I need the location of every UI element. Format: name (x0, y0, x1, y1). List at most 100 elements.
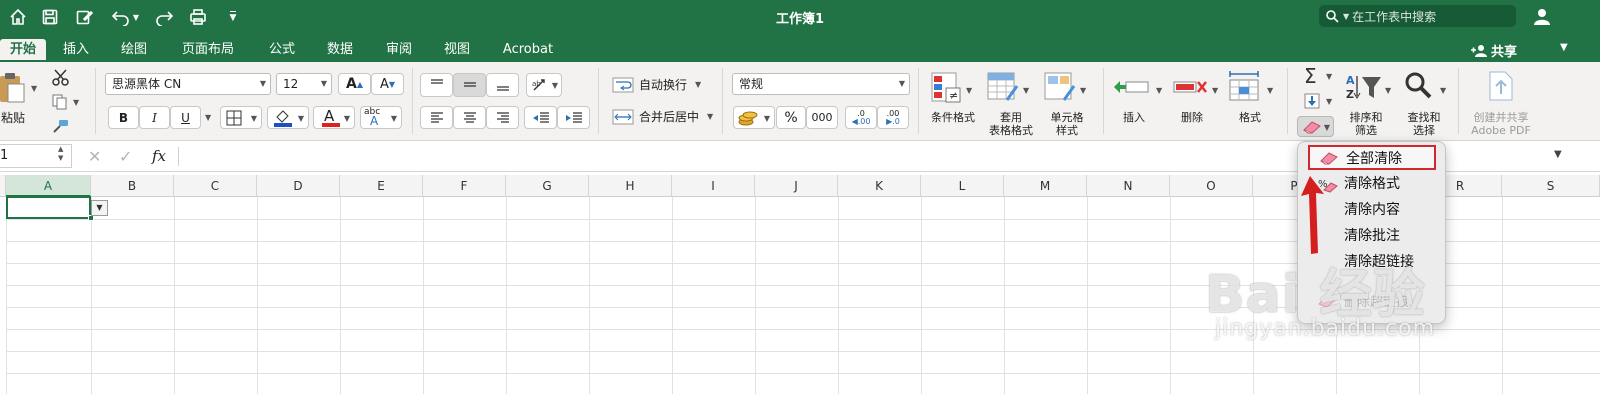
tab-insert[interactable]: 插入 (56, 39, 96, 62)
share-button[interactable]: 共享 (1470, 41, 1517, 60)
find-select-icon[interactable] (1403, 70, 1433, 103)
expand-formula-bar-icon[interactable]: ▼ (1554, 149, 1562, 160)
insert-cells-dropdown-icon[interactable]: ▼ (1156, 86, 1162, 95)
align-center-button[interactable] (453, 106, 486, 129)
autosum-dropdown-icon[interactable]: ▼ (1326, 72, 1332, 81)
accounting-format-button[interactable]: ▼ (733, 106, 775, 129)
fill-color-button[interactable]: ▼ (267, 106, 309, 129)
paste-icon[interactable] (0, 70, 26, 104)
column-header[interactable]: I (672, 175, 755, 197)
search-input[interactable]: ▼ 在工作表中搜索 (1319, 5, 1516, 27)
percent-button[interactable]: % (776, 106, 806, 129)
tab-page-layout[interactable]: 页面布局 (174, 39, 242, 62)
conditional-format-icon[interactable]: ≠ (931, 72, 965, 107)
format-painter-icon[interactable] (52, 118, 70, 137)
cell-styles-dropdown-icon[interactable]: ▼ (1080, 86, 1086, 95)
column-header[interactable]: C (174, 175, 257, 197)
tab-draw[interactable]: 绘图 (114, 39, 154, 62)
cell-styles-icon[interactable] (1044, 72, 1078, 107)
copy-icon[interactable] (52, 94, 68, 113)
fill-dropdown-icon[interactable]: ▼ (1326, 97, 1332, 106)
bold-button[interactable]: B (108, 106, 139, 129)
delete-cells-dropdown-icon[interactable]: ▼ (1212, 86, 1218, 95)
wrap-text-button[interactable]: 自动换行 ▼ (612, 76, 701, 93)
format-as-table-icon[interactable] (987, 72, 1021, 107)
column-header[interactable]: K (838, 175, 921, 197)
search-placeholder: 在工作表中搜索 (1352, 9, 1437, 24)
column-header[interactable]: G (506, 175, 589, 197)
increase-indent-button[interactable] (557, 106, 590, 129)
align-top-button[interactable] (420, 73, 453, 97)
name-box-stepper-icon[interactable]: ▲ ▼ (58, 145, 63, 163)
column-header[interactable]: D (257, 175, 340, 197)
share-dropdown-icon[interactable]: ▼ (1560, 42, 1568, 53)
column-header[interactable]: F (423, 175, 506, 197)
column-header[interactable]: J (755, 175, 838, 197)
tab-acrobat[interactable]: Acrobat (496, 39, 560, 62)
sort-filter-dropdown-icon[interactable]: ▼ (1385, 86, 1391, 95)
column-header[interactable]: M (1004, 175, 1087, 197)
decrease-indent-button[interactable] (524, 106, 557, 129)
create-pdf-icon[interactable] (1487, 70, 1515, 105)
orientation-button[interactable]: ab ▼ (526, 73, 562, 97)
font-color-icon: A (322, 107, 340, 127)
tab-formulas[interactable]: 公式 (262, 39, 302, 62)
cancel-icon[interactable]: ✕ (88, 147, 101, 166)
comma-style-button[interactable]: 000 (806, 106, 838, 129)
insert-cells-icon[interactable] (1114, 74, 1150, 105)
format-cells-icon[interactable] (1228, 70, 1262, 105)
paste-dropdown-icon[interactable]: ▼ (31, 84, 37, 93)
paste-options-icon[interactable]: ▼ (91, 200, 108, 216)
underline-button[interactable]: U (170, 106, 201, 129)
column-header[interactable]: H (589, 175, 672, 197)
menu-item-clear-all[interactable]: 全部清除 (1308, 145, 1436, 170)
column-header[interactable]: S (1502, 175, 1600, 197)
increase-decimal-button[interactable]: .0 ◀.00 (845, 106, 877, 129)
delete-cells-icon[interactable] (1172, 74, 1208, 105)
grow-font-button[interactable]: A ▲ (338, 73, 371, 95)
find-select-dropdown-icon[interactable]: ▼ (1440, 86, 1446, 95)
column-header[interactable]: B (91, 175, 174, 197)
autosum-icon[interactable]: Σ (1304, 64, 1317, 88)
tab-home[interactable]: 开始 (0, 39, 46, 62)
fill-down-icon[interactable] (1304, 93, 1320, 112)
underline-dropdown-icon[interactable]: ▼ (205, 113, 211, 122)
font-size-select[interactable]: 12 ▼ (276, 73, 332, 95)
cut-icon[interactable] (52, 68, 70, 89)
sort-filter-icon[interactable]: AZ (1345, 72, 1383, 105)
align-bottom-button[interactable] (486, 73, 519, 97)
selected-cell[interactable] (6, 196, 91, 219)
decrease-decimal-button[interactable]: .00 ▶.0 (877, 106, 909, 129)
copy-dropdown-icon[interactable]: ▼ (73, 98, 79, 107)
borders-button[interactable]: ▼ (220, 106, 262, 129)
user-icon[interactable] (1532, 6, 1552, 29)
clear-button[interactable]: ▼ (1297, 116, 1334, 137)
tab-data[interactable]: 数据 (320, 39, 360, 62)
confirm-icon[interactable]: ✓ (119, 147, 132, 166)
arrow-right-icon: ▶.0 (886, 116, 900, 126)
align-right-button[interactable] (486, 106, 519, 129)
column-header[interactable]: N (1087, 175, 1170, 197)
italic-button[interactable]: I (139, 106, 170, 129)
ribbon-separator (598, 68, 599, 134)
align-middle-button[interactable] (453, 73, 486, 97)
conditional-format-dropdown-icon[interactable]: ▼ (966, 86, 972, 95)
column-header[interactable]: O (1170, 175, 1253, 197)
column-header[interactable]: L (921, 175, 1004, 197)
font-name-value: 思源黑体 CN (112, 77, 182, 91)
tab-review[interactable]: 审阅 (379, 39, 419, 62)
number-format-select[interactable]: 常规 ▼ (732, 73, 910, 95)
column-header[interactable]: A (6, 175, 91, 197)
insert-function-icon[interactable]: fx (152, 147, 166, 165)
phonetic-button[interactable]: abc A ▼ (360, 106, 402, 129)
gridline (257, 197, 258, 394)
tab-view[interactable]: 视图 (437, 39, 477, 62)
font-color-button[interactable]: A ▼ (313, 106, 355, 129)
shrink-font-button[interactable]: A ▼ (371, 73, 404, 95)
format-cells-dropdown-icon[interactable]: ▼ (1267, 86, 1273, 95)
column-header[interactable]: E (340, 175, 423, 197)
merge-center-button[interactable]: 合并后居中 ▼ (612, 108, 713, 125)
format-as-table-dropdown-icon[interactable]: ▼ (1023, 86, 1029, 95)
font-name-select[interactable]: 思源黑体 CN ▼ (105, 73, 271, 95)
align-left-button[interactable] (420, 106, 453, 129)
